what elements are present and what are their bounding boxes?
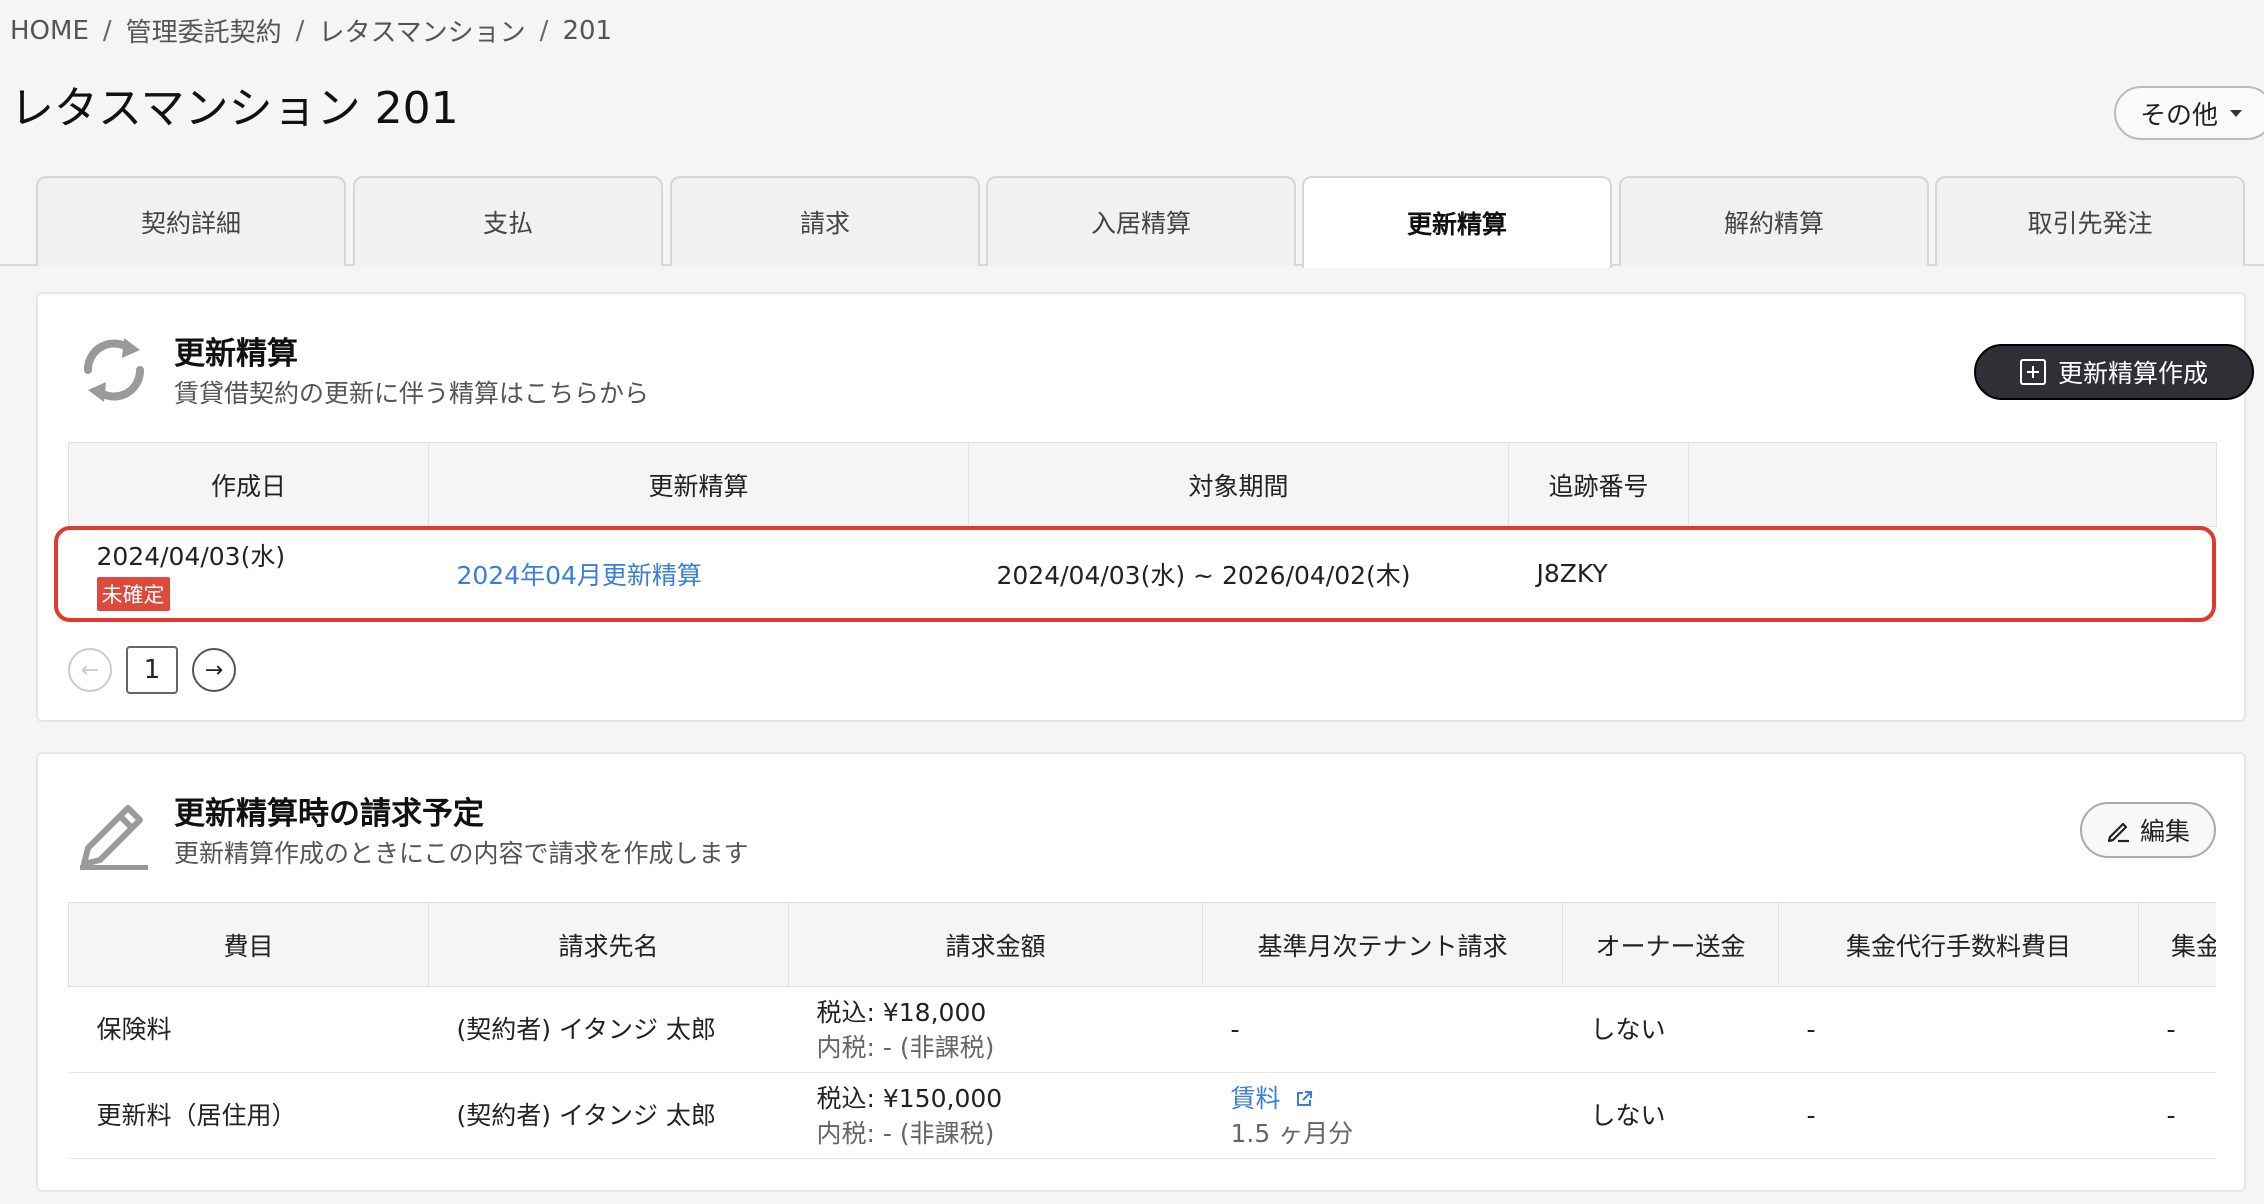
base-monthly-cell: - bbox=[1202, 986, 1563, 1073]
breadcrumb-room: 201 bbox=[562, 15, 613, 46]
refresh-icon bbox=[83, 338, 145, 402]
renewal-settlement-table: 作成日 更新精算 対象期間 追跡番号 2024/04/03(水) 未確定 202… bbox=[68, 442, 2217, 621]
section-subtitle: 更新精算作成のときにこの内容で請求を作成します bbox=[174, 839, 749, 868]
table-header-row: 作成日 更新精算 対象期間 追跡番号 bbox=[68, 442, 2217, 527]
next-page-arrow-icon[interactable]: → bbox=[192, 648, 236, 692]
breadcrumb: HOME / 管理委託契約 / レタスマンション / 201 bbox=[10, 12, 612, 49]
column-header: オーナー送金 bbox=[1562, 902, 1779, 987]
breadcrumb-separator: / bbox=[102, 15, 112, 46]
column-header: 請求金額 bbox=[788, 902, 1203, 987]
prev-page-arrow-icon[interactable]: ← bbox=[68, 648, 112, 692]
amount-incl-tax: 税込: ¥150,000 bbox=[816, 1083, 1003, 1113]
tab-label: 支払 bbox=[482, 209, 533, 238]
section-title: 更新精算 bbox=[174, 336, 298, 372]
tab-label: 請求 bbox=[799, 209, 850, 238]
billing-schedule-table: 費目 請求先名 請求金額 基準月次テナント請求 オーナー送金 集金代行手数料費目… bbox=[68, 902, 2216, 1159]
billing-schedule-card: 更新精算時の請求予定 更新精算作成のときにこの内容で請求を作成します 編集 費目… bbox=[36, 752, 2246, 1192]
tab-label: 取引先発注 bbox=[2027, 209, 2153, 238]
amount-cell: 税込: ¥18,000 内税: - (非課税) bbox=[788, 986, 1203, 1073]
column-header: 対象期間 bbox=[968, 442, 1509, 527]
table-row[interactable]: 2024/04/03(水) 未確定 2024年04月更新精算 2024/04/0… bbox=[68, 526, 2217, 621]
item-cell: 保険料 bbox=[68, 986, 429, 1073]
pagination: ← 1 → bbox=[68, 646, 236, 694]
plus-square-icon bbox=[2019, 359, 2046, 385]
fee-item-cell: - bbox=[1778, 986, 2139, 1073]
column-header: 集金代行手数料費目 bbox=[1778, 902, 2139, 987]
tab-bar: 契約詳細 支払 請求 入居精算 更新精算 解約精算 取引先発注 bbox=[0, 176, 2264, 268]
item-cell: 更新料（居住用） bbox=[68, 1072, 429, 1159]
caret-down-icon bbox=[2230, 109, 2243, 117]
column-header: 請求先名 bbox=[428, 902, 789, 987]
owner-remit-cell: しない bbox=[1562, 986, 1779, 1073]
fee-item-cell: - bbox=[1778, 1072, 2139, 1159]
external-link-icon[interactable] bbox=[1294, 1089, 1314, 1109]
column-header: 作成日 bbox=[68, 442, 429, 527]
edit-billing-button[interactable]: 編集 bbox=[2080, 802, 2216, 858]
payee-cell: (契約者) イタンジ 太郎 bbox=[428, 986, 789, 1073]
tab-label: 契約詳細 bbox=[140, 209, 241, 238]
tab-move-in-settlement[interactable]: 入居精算 bbox=[986, 176, 1296, 266]
column-header: 費目 bbox=[68, 902, 429, 987]
tab-vendor-orders[interactable]: 取引先発注 bbox=[1935, 176, 2245, 266]
breadcrumb-home[interactable]: HOME bbox=[10, 16, 89, 46]
tab-label: 更新精算 bbox=[1406, 210, 1507, 239]
table-row: 保険料 (契約者) イタンジ 太郎 税込: ¥18,000 内税: - (非課税… bbox=[68, 986, 2216, 1073]
tab-contract-details[interactable]: 契約詳細 bbox=[36, 176, 346, 266]
amount-incl-tax: 税込: ¥18,000 bbox=[816, 997, 987, 1027]
column-header: 集金 bbox=[2138, 902, 2216, 987]
tab-billing[interactable]: 請求 bbox=[670, 176, 980, 266]
page-number-current[interactable]: 1 bbox=[126, 646, 178, 694]
table-header-row: 費目 請求先名 請求金額 基準月次テナント請求 オーナー送金 集金代行手数料費目… bbox=[68, 902, 2216, 987]
rent-link[interactable]: 賃料 bbox=[1231, 1084, 1281, 1113]
pencil-icon bbox=[80, 805, 148, 870]
edit-pencil-icon bbox=[2107, 822, 2129, 843]
edit-button-label: 編集 bbox=[2139, 817, 2190, 846]
renewal-settlement-card: 更新精算 賃貸借契約の更新に伴う精算はこちらから 更新精算作成 作成日 更新精算… bbox=[36, 292, 2254, 722]
column-header: 基準月次テナント請求 bbox=[1202, 902, 1563, 987]
section-subtitle: 賃貸借契約の更新に伴う精算はこちらから bbox=[174, 379, 650, 408]
period-cell: 2024/04/03(水) ~ 2026/04/02(木) bbox=[968, 526, 1509, 621]
payee-cell: (契約者) イタンジ 太郎 bbox=[428, 1072, 789, 1159]
settlement-name-cell: 2024年04月更新精算 bbox=[428, 526, 969, 621]
more-menu-label: その他 bbox=[2140, 100, 2219, 131]
amount-tax-note: 内税: - (非課税) bbox=[816, 1118, 995, 1148]
amount-cell: 税込: ¥150,000 内税: - (非課税) bbox=[788, 1072, 1203, 1159]
tracking-number-cell: J8ZKY bbox=[1508, 526, 1689, 621]
breadcrumb-building[interactable]: レタスマンション bbox=[318, 12, 525, 49]
tab-payment[interactable]: 支払 bbox=[353, 176, 663, 266]
more-menu-button[interactable]: その他 bbox=[2114, 86, 2264, 140]
breadcrumb-separator: / bbox=[295, 15, 305, 46]
create-button-label: 更新精算作成 bbox=[2057, 359, 2208, 388]
tab-renewal-settlement[interactable]: 更新精算 bbox=[1302, 176, 1612, 268]
tab-label: 解約精算 bbox=[1723, 209, 1824, 238]
section-title: 更新精算時の請求予定 bbox=[174, 796, 484, 832]
created-date: 2024/04/03(水) bbox=[96, 541, 286, 571]
billing-table-scroll[interactable]: 費目 請求先名 請求金額 基準月次テナント請求 オーナー送金 集金代行手数料費目… bbox=[68, 902, 2216, 1182]
tab-label: 入居精算 bbox=[1090, 209, 1191, 238]
empty-cell bbox=[1688, 526, 2217, 621]
amount-tax-note: 内税: - (非課税) bbox=[816, 1032, 995, 1062]
column-header: 更新精算 bbox=[428, 442, 969, 527]
tab-cancellation-settlement[interactable]: 解約精算 bbox=[1619, 176, 1929, 266]
column-header bbox=[1688, 442, 2217, 527]
base-month-multiplier: 1.5 ヶ月分 bbox=[1230, 1118, 1354, 1148]
page-title: レタスマンション 201 bbox=[10, 83, 459, 134]
breadcrumb-management-contract[interactable]: 管理委託契約 bbox=[126, 12, 282, 49]
base-monthly-cell: 賃料 1.5 ヶ月分 bbox=[1202, 1072, 1563, 1159]
breadcrumb-separator: / bbox=[539, 15, 549, 46]
settlement-link[interactable]: 2024年04月更新精算 bbox=[457, 561, 702, 590]
column-header: 追跡番号 bbox=[1508, 442, 1689, 527]
collection-cell: - bbox=[2138, 1072, 2216, 1159]
created-date-cell: 2024/04/03(水) 未確定 bbox=[68, 526, 429, 621]
status-badge: 未確定 bbox=[96, 576, 170, 611]
table-row: 更新料（居住用） (契約者) イタンジ 太郎 税込: ¥150,000 内税: … bbox=[68, 1072, 2216, 1159]
create-renewal-settlement-button[interactable]: 更新精算作成 bbox=[1974, 344, 2254, 400]
collection-cell: - bbox=[2138, 986, 2216, 1073]
owner-remit-cell: しない bbox=[1562, 1072, 1779, 1159]
